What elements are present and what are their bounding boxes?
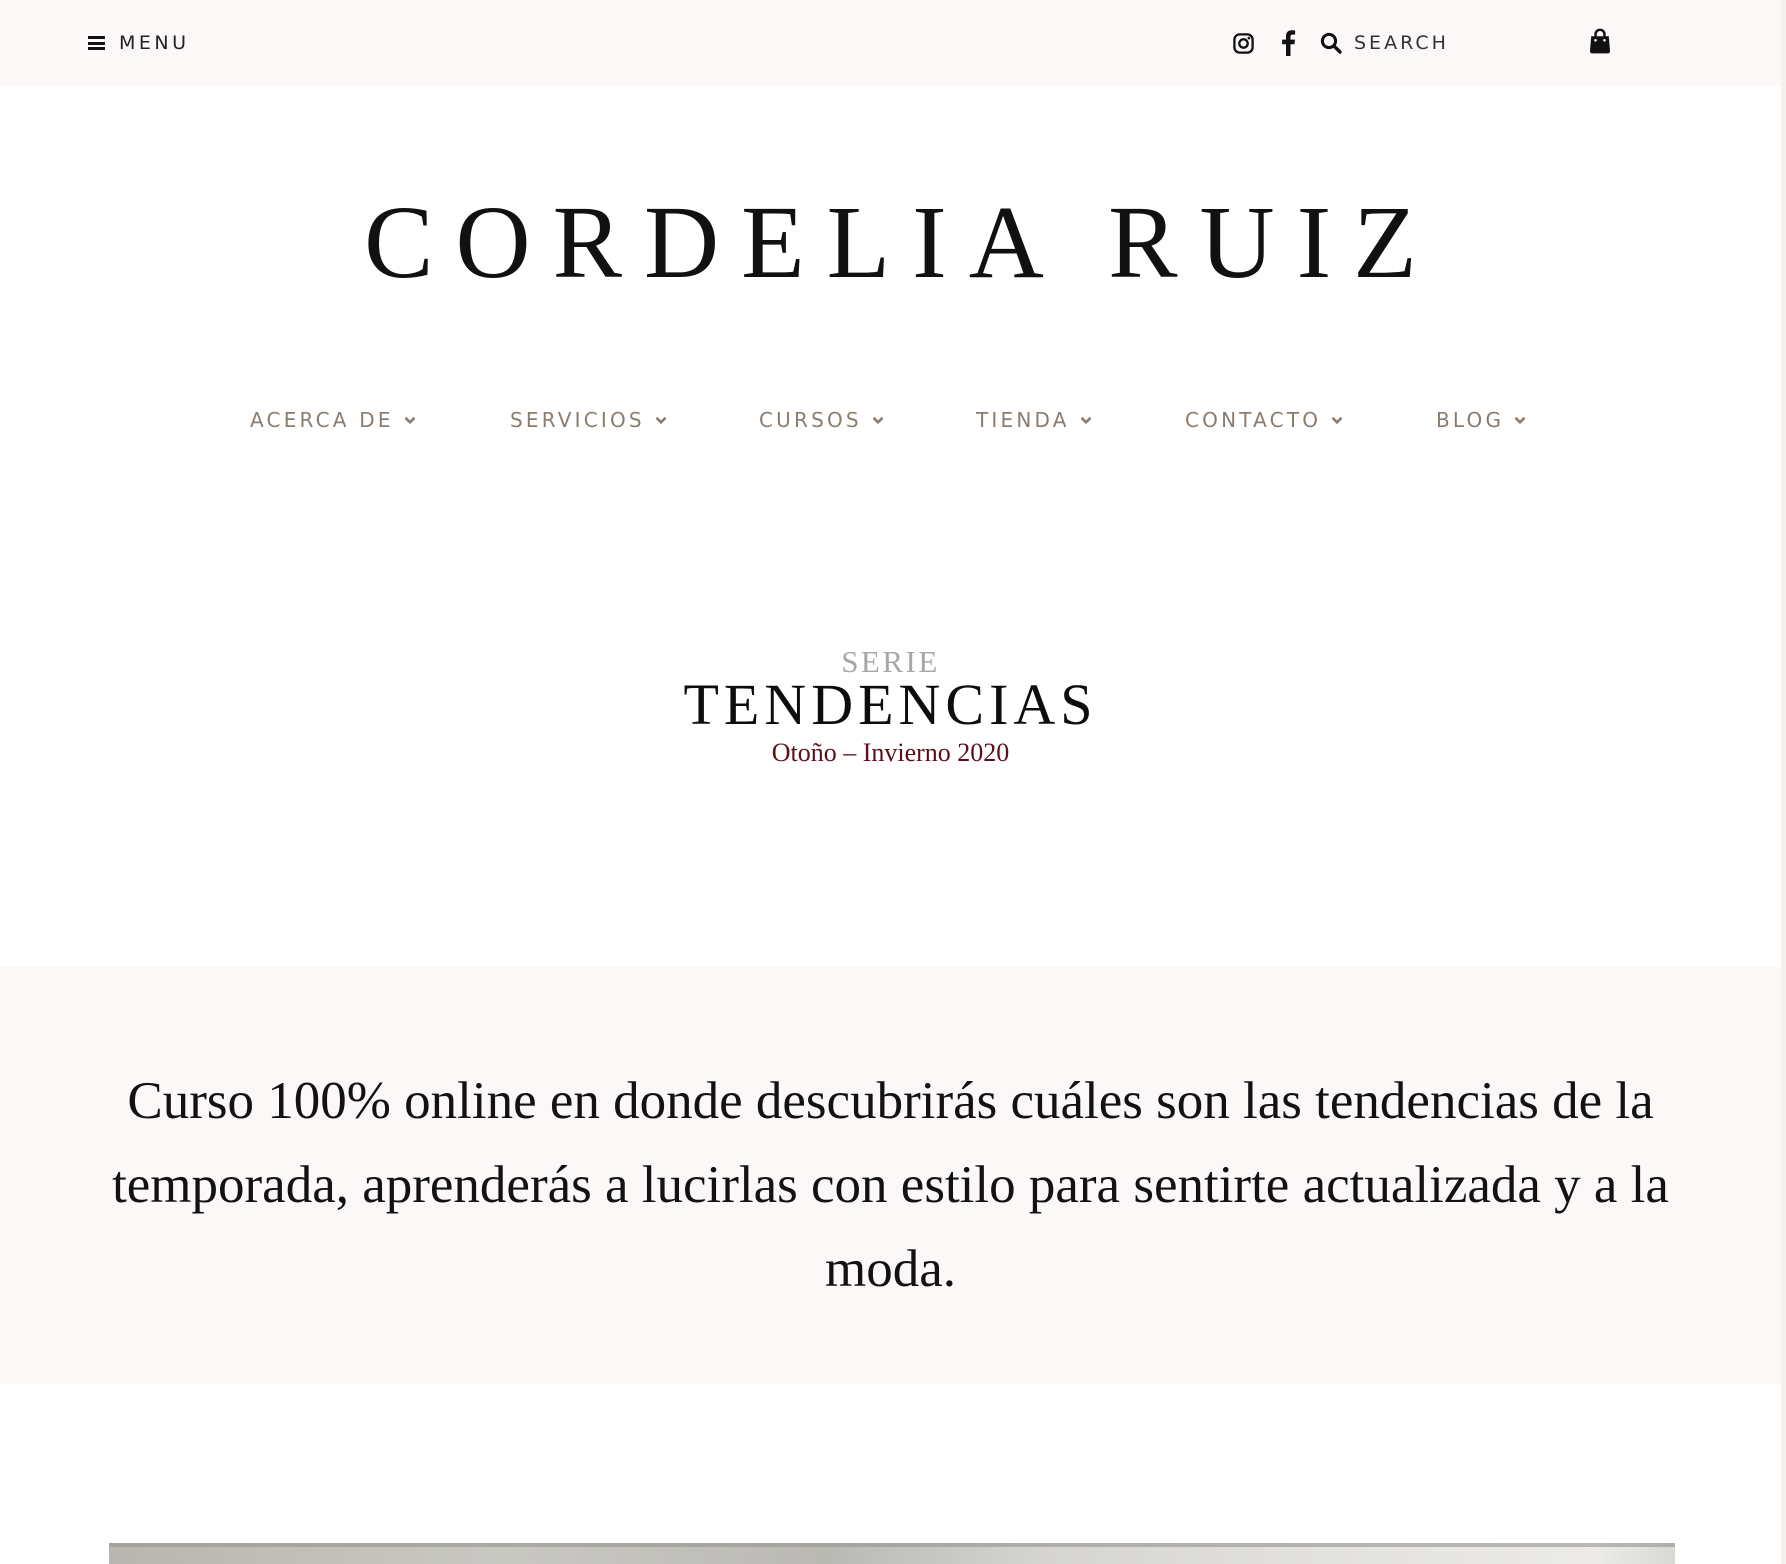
search-input[interactable] bbox=[1354, 32, 1524, 54]
menu-button[interactable]: MENU bbox=[88, 28, 190, 58]
search-icon[interactable] bbox=[1320, 32, 1342, 54]
series-subtitle: Otoño – Invierno 2020 bbox=[771, 738, 1010, 767]
shopping-bag-icon[interactable] bbox=[1588, 27, 1612, 55]
instagram-icon[interactable] bbox=[1230, 30, 1256, 56]
intro-text: Curso 100% online en donde descubrirás c… bbox=[112, 1072, 1669, 1298]
facebook-icon[interactable] bbox=[1278, 29, 1298, 57]
main-nav: ACERCA DE SERVICIOS CURSOS TIENDA CONTAC… bbox=[0, 405, 1781, 435]
hamburger-icon bbox=[88, 36, 105, 50]
series-title: TENDENCIAS bbox=[683, 672, 1098, 737]
chevron-down-icon bbox=[1514, 416, 1526, 424]
nav-item-label: TIENDA bbox=[976, 408, 1070, 432]
chevron-down-icon bbox=[655, 416, 667, 424]
nav-item-label: CURSOS bbox=[759, 408, 862, 432]
chevron-down-icon bbox=[872, 416, 884, 424]
nav-item-cursos[interactable]: CURSOS bbox=[759, 405, 884, 435]
nav-item-label: CONTACTO bbox=[1185, 408, 1322, 432]
nav-item-acerca-de[interactable]: ACERCA DE bbox=[250, 405, 416, 435]
intro-section: Curso 100% online en donde descubrirás c… bbox=[0, 967, 1781, 1384]
chevron-down-icon bbox=[1080, 416, 1092, 424]
site-logo[interactable]: CORDELIA RUIZ bbox=[0, 178, 1781, 308]
nav-item-label: ACERCA DE bbox=[250, 408, 394, 432]
chevron-down-icon bbox=[1331, 416, 1343, 424]
nav-item-label: BLOG bbox=[1436, 408, 1505, 432]
nav-item-servicios[interactable]: SERVICIOS bbox=[510, 405, 667, 435]
nav-item-contacto[interactable]: CONTACTO bbox=[1185, 405, 1343, 435]
top-bar: MENU bbox=[0, 0, 1781, 86]
menu-label: MENU bbox=[119, 32, 190, 54]
nav-item-label: SERVICIOS bbox=[510, 408, 645, 432]
nav-item-tienda[interactable]: TIENDA bbox=[976, 405, 1092, 435]
page: MENU SEARCH CORDELIA RUIZ ACERCA DE SERV… bbox=[0, 0, 1781, 1564]
chevron-down-icon bbox=[404, 416, 416, 424]
nav-item-blog[interactable]: BLOG bbox=[1436, 405, 1526, 435]
course-hero-image bbox=[109, 1543, 1675, 1564]
search-area bbox=[1320, 28, 1524, 58]
